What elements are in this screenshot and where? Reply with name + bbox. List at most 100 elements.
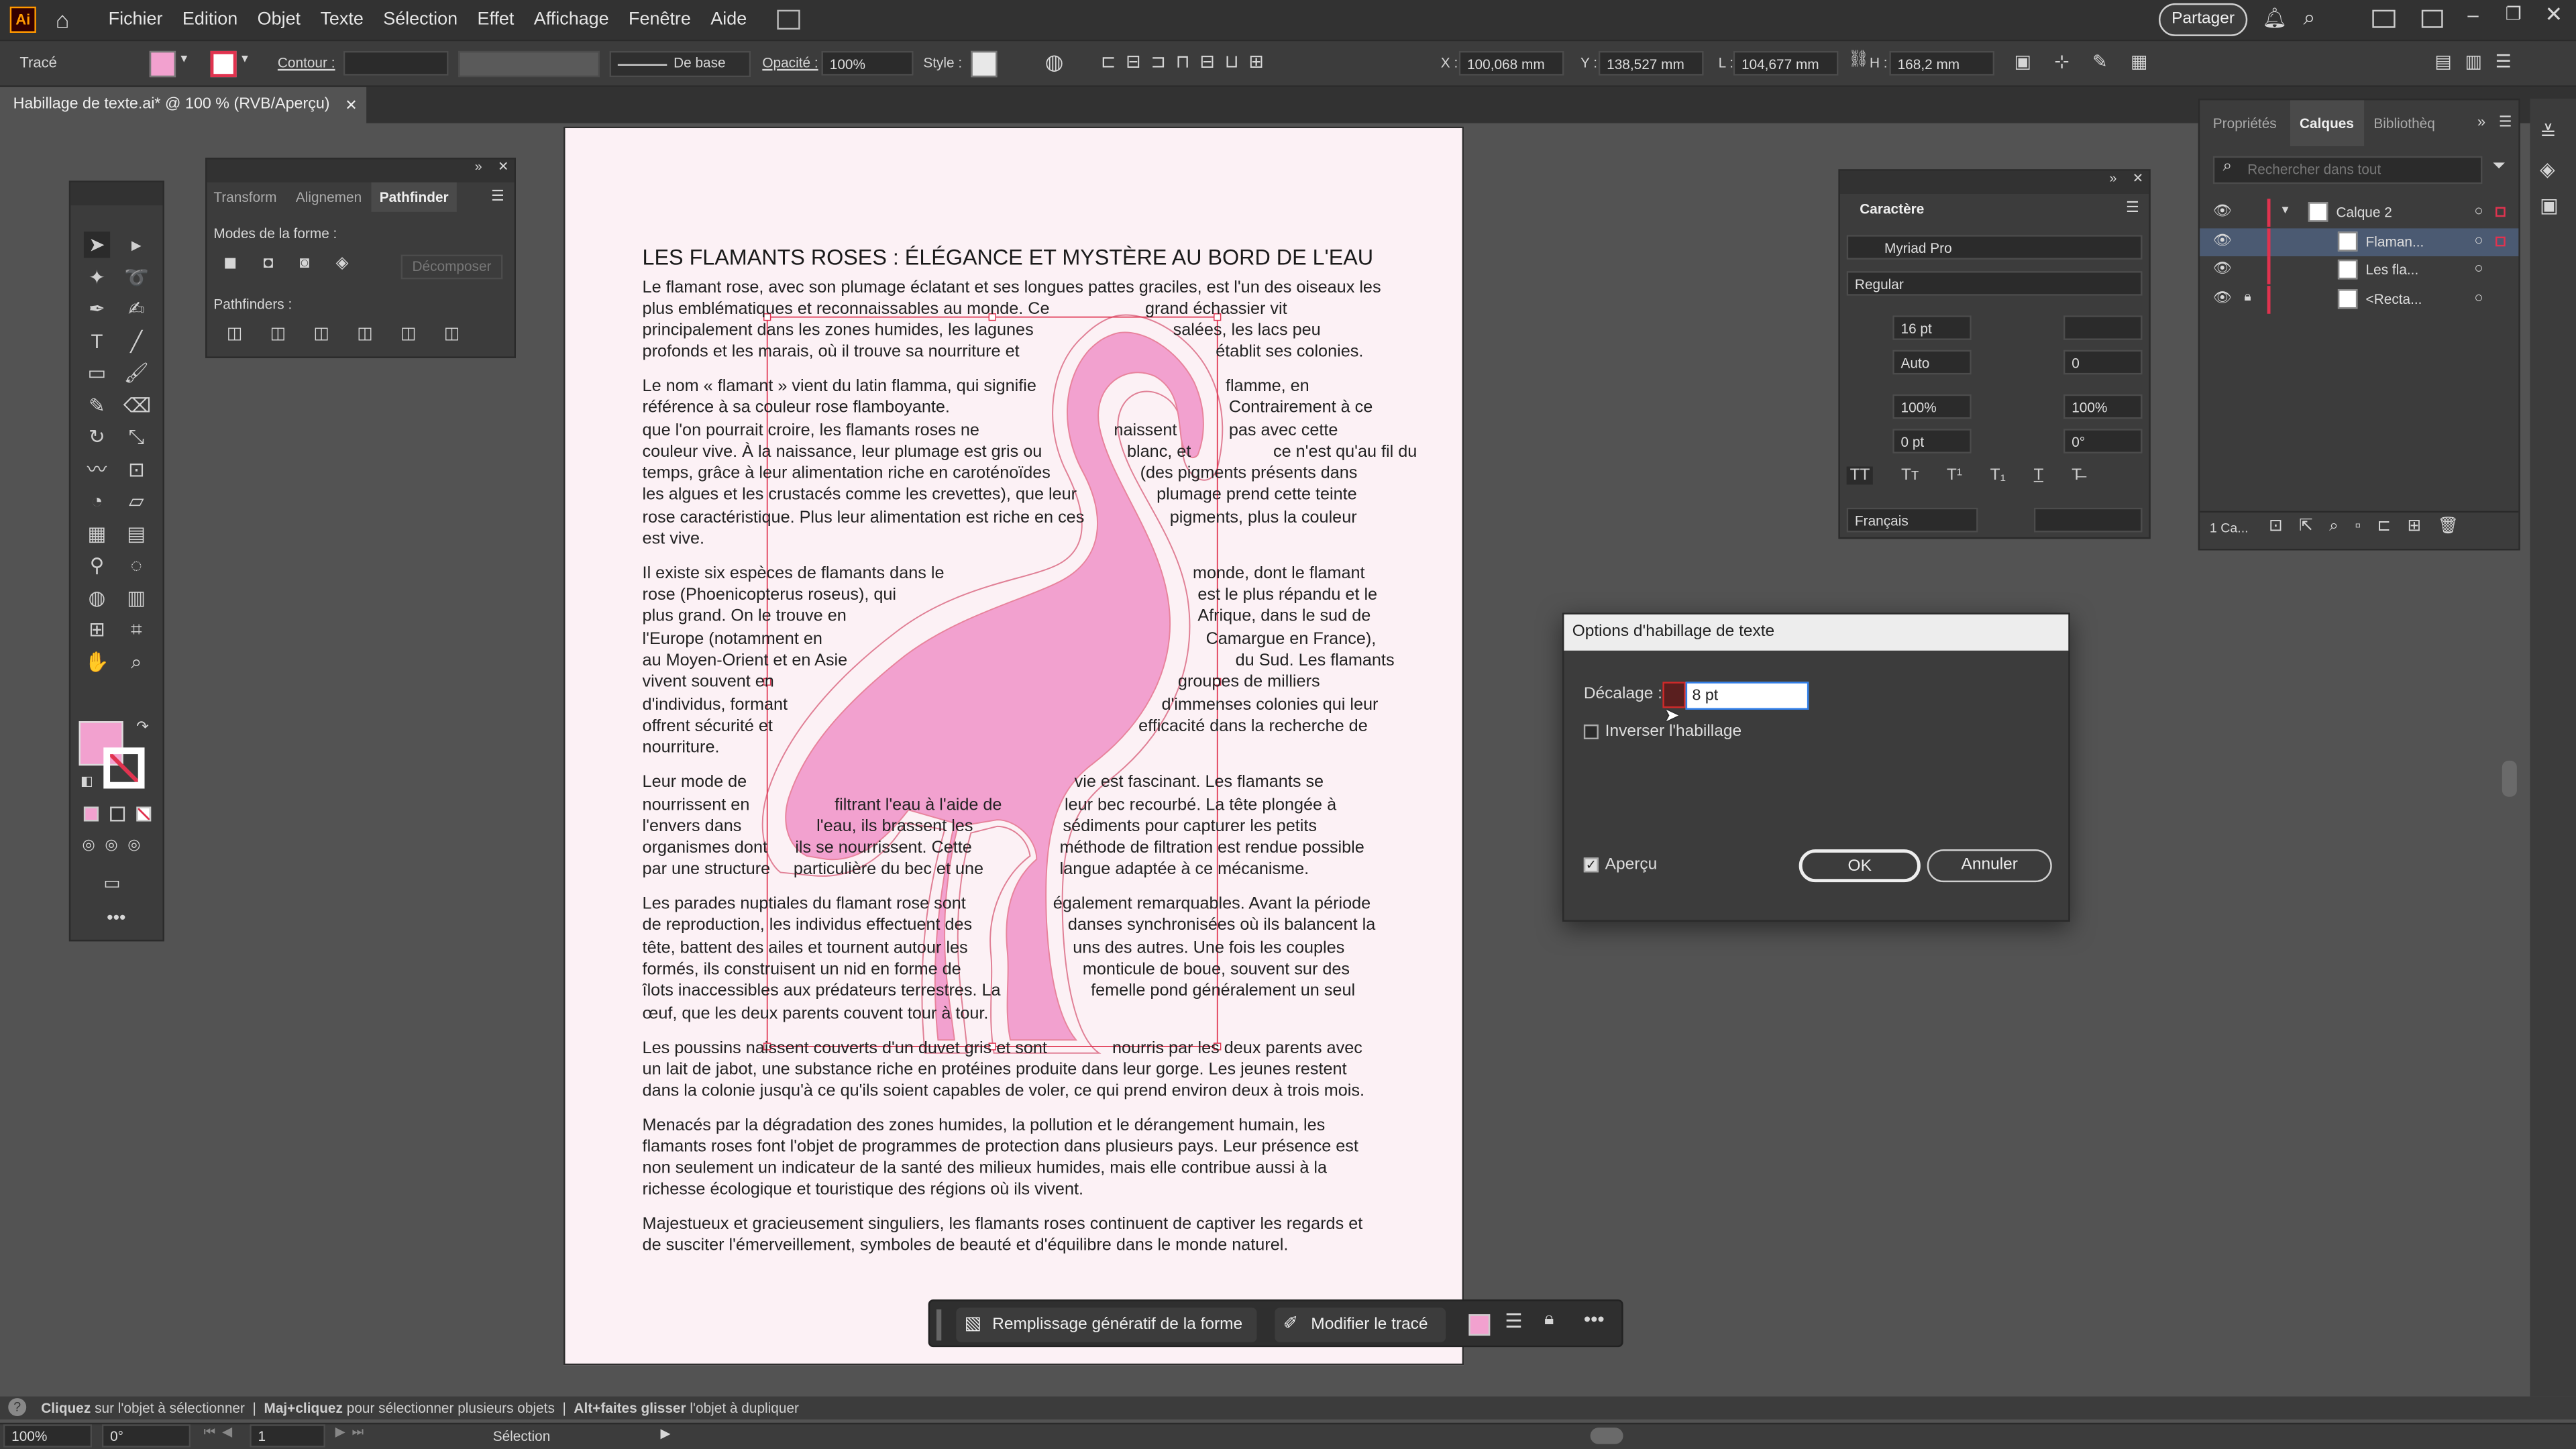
arrange-documents-icon[interactable] (776, 9, 800, 30)
language-field[interactable]: Français (1846, 507, 1978, 533)
collapse-panel-icon[interactable]: » (475, 160, 482, 174)
menu-item-6[interactable]: Affichage (524, 0, 619, 40)
flamingo-illustration[interactable] (747, 304, 1240, 1060)
selection-handle-br[interactable] (1214, 1042, 1222, 1051)
align-left-icon[interactable]: ⊏ (1101, 51, 1116, 77)
document-tab[interactable]: Habillage de texte.ai* @ 100 % (RVB/Aper… (0, 87, 367, 123)
align-bottom-icon[interactable]: ⊔ (1225, 51, 1239, 77)
rotation-field[interactable]: 0° (101, 1424, 191, 1448)
tab-properties[interactable]: Propriétés (2200, 100, 2290, 146)
merge-icon[interactable]: ◫ (314, 325, 329, 343)
artboard-tool-icon[interactable]: ⊞ (84, 616, 110, 642)
layer-row[interactable]: 👁︎ Les fla... ○ (2200, 256, 2518, 284)
curvature-tool-icon[interactable]: ✍ (123, 296, 150, 322)
preview-checkbox[interactable]: ✓ (1583, 857, 1599, 873)
stroke-options-icon[interactable]: ☰ (1505, 1309, 1522, 1332)
selection-handle-bl[interactable] (763, 1042, 771, 1051)
tab-transform[interactable]: Transform (207, 182, 289, 212)
magic-wand-tool-icon[interactable]: ✦ (84, 264, 110, 290)
swap-colors-icon[interactable]: ↷ (136, 718, 148, 736)
character-rotation-field[interactable]: 0° (2063, 429, 2143, 453)
height-field[interactable]: 168,2 mm (1889, 50, 1995, 76)
maximize-icon[interactable]: ❐ (2506, 3, 2522, 25)
bell-icon[interactable]: 🔔︎ (2262, 7, 2287, 30)
visibility-eye-icon[interactable]: 👁︎ (2213, 231, 2232, 249)
pathfinder-panel-header[interactable]: » ✕ (207, 159, 515, 182)
stroke-color-box[interactable] (103, 747, 145, 789)
fill-color-chip[interactable] (1468, 1314, 1491, 1336)
superscript-icon[interactable]: T¹ (1947, 467, 1962, 485)
align-icons[interactable]: ⊏ ⊟ ⊐ ⊓ ⊟ ⊔ ⊞ (1101, 51, 1364, 77)
align-hcenter-icon[interactable]: ⊟ (1126, 51, 1141, 77)
symbol-sprayer-tool-icon[interactable]: ◍ (84, 584, 110, 610)
layers-search-input[interactable]: Rechercher dans tout (2212, 156, 2483, 184)
outline-icon[interactable]: ◫ (400, 325, 416, 343)
panel-menu-icon[interactable]: ☰ (2492, 100, 2518, 146)
draw-mode-icons[interactable]: ◎◎◎ (82, 837, 150, 855)
selection-handle-mr[interactable] (1214, 678, 1222, 686)
trim-icon[interactable]: ◫ (270, 325, 286, 343)
color-mode-gradient[interactable] (110, 806, 125, 822)
menu-icon[interactable]: ☰ (2496, 51, 2512, 72)
align-right-icon[interactable]: ⊐ (1150, 51, 1166, 77)
close-icon[interactable]: ✕ (2545, 1, 2563, 28)
new-sublayer-icon[interactable]: ⊏ (2377, 517, 2392, 535)
style-swatch[interactable] (971, 50, 998, 78)
expand-button[interactable]: Décomposer (400, 254, 503, 280)
task-bar-grip[interactable] (936, 1309, 942, 1341)
font-family-field[interactable]: Myriad Pro (1846, 235, 2143, 260)
perspective-grid-tool-icon[interactable]: ▱ (123, 488, 150, 514)
edit-path-button[interactable]: ✐ Modifier le tracé (1275, 1307, 1446, 1342)
screen-mode-icon[interactable]: ▭ (103, 872, 120, 894)
home-icon[interactable]: ⌂ (46, 7, 79, 33)
zoom-tool-icon[interactable]: ⌕ (123, 648, 150, 674)
target-icon[interactable]: ○ (2474, 231, 2483, 247)
panel-menu-icon[interactable]: ☰ (481, 182, 514, 212)
app-logo[interactable]: Ai (9, 6, 36, 33)
close-tab-icon[interactable]: ✕ (345, 87, 357, 123)
x-field[interactable]: 100,068 mm (1458, 50, 1564, 76)
align-vcenter-icon[interactable]: ⊟ (1199, 51, 1215, 77)
close-panel-icon[interactable]: ✕ (2133, 171, 2143, 186)
scale-tool-icon[interactable]: ⤡ (123, 424, 150, 450)
horizontal-scale-field[interactable]: 100% (2063, 394, 2143, 419)
line-tool-icon[interactable]: ╱ (123, 328, 150, 354)
libraries-dock-icon[interactable]: ▣ (2540, 194, 2559, 217)
brush-definition[interactable]: De base (609, 50, 751, 78)
stroke-weight-field[interactable] (343, 50, 449, 76)
target-icon[interactable]: ○ (2474, 288, 2483, 305)
layer-row[interactable]: 👁︎ ▾ Calque 2 ○ (2200, 199, 2518, 227)
vertical-scale-field[interactable]: 100% (1892, 394, 1972, 419)
panels-icon[interactable] (2421, 9, 2443, 28)
visibility-eye-icon[interactable]: 👁︎ (2213, 202, 2232, 220)
menu-item-1[interactable]: Edition (172, 0, 248, 40)
exclude-icon[interactable]: ◈ (336, 255, 349, 273)
expand-layer-icon[interactable]: ▾ (2282, 202, 2289, 217)
default-colors-icon[interactable]: ◧ (80, 773, 93, 788)
graph-tool-icon[interactable]: ▥ (123, 584, 150, 610)
character-panel-header[interactable]: » ✕ (1839, 170, 2149, 194)
new-layer-icon[interactable]: ⊞ (2408, 517, 2422, 535)
warp-tool-icon[interactable]: 〰 (84, 456, 110, 482)
properties-dock-icon[interactable]: ≚ (2540, 121, 2557, 144)
layer-row[interactable]: 👁︎ Flaman... ○ (2200, 227, 2519, 256)
width-field[interactable]: 104,677 mm (1733, 50, 1839, 76)
underline-icon[interactable]: T̲ (2034, 467, 2044, 485)
offset-input[interactable]: 8 pt (1685, 682, 1809, 710)
transform-icon[interactable]: ⊹ (2054, 51, 2070, 72)
menu-item-5[interactable]: Effet (468, 0, 524, 40)
horizontal-scrollbar[interactable] (1590, 1428, 1623, 1444)
collect-export-icon[interactable]: ⊡ (2269, 517, 2283, 535)
workspace-icon[interactable] (2372, 9, 2396, 28)
tab-layers[interactable]: Calques (2290, 100, 2364, 146)
share-button[interactable]: Partager (2158, 3, 2248, 36)
artboard-nav-next-icons[interactable]: ▶⏭ (335, 1424, 370, 1440)
target-icon[interactable]: ○ (2474, 260, 2483, 276)
leading-field[interactable] (2063, 315, 2143, 340)
bounding-box-icon[interactable]: ▣ (2014, 51, 2031, 72)
zoom-field[interactable]: 100% (3, 1424, 93, 1448)
rotate-tool-icon[interactable]: ↻ (84, 424, 110, 450)
paintbrush-tool-icon[interactable]: 🖌︎ (123, 360, 150, 386)
selection-handle-ml[interactable] (763, 678, 771, 686)
more-tools-icon[interactable]: ••• (107, 908, 125, 928)
